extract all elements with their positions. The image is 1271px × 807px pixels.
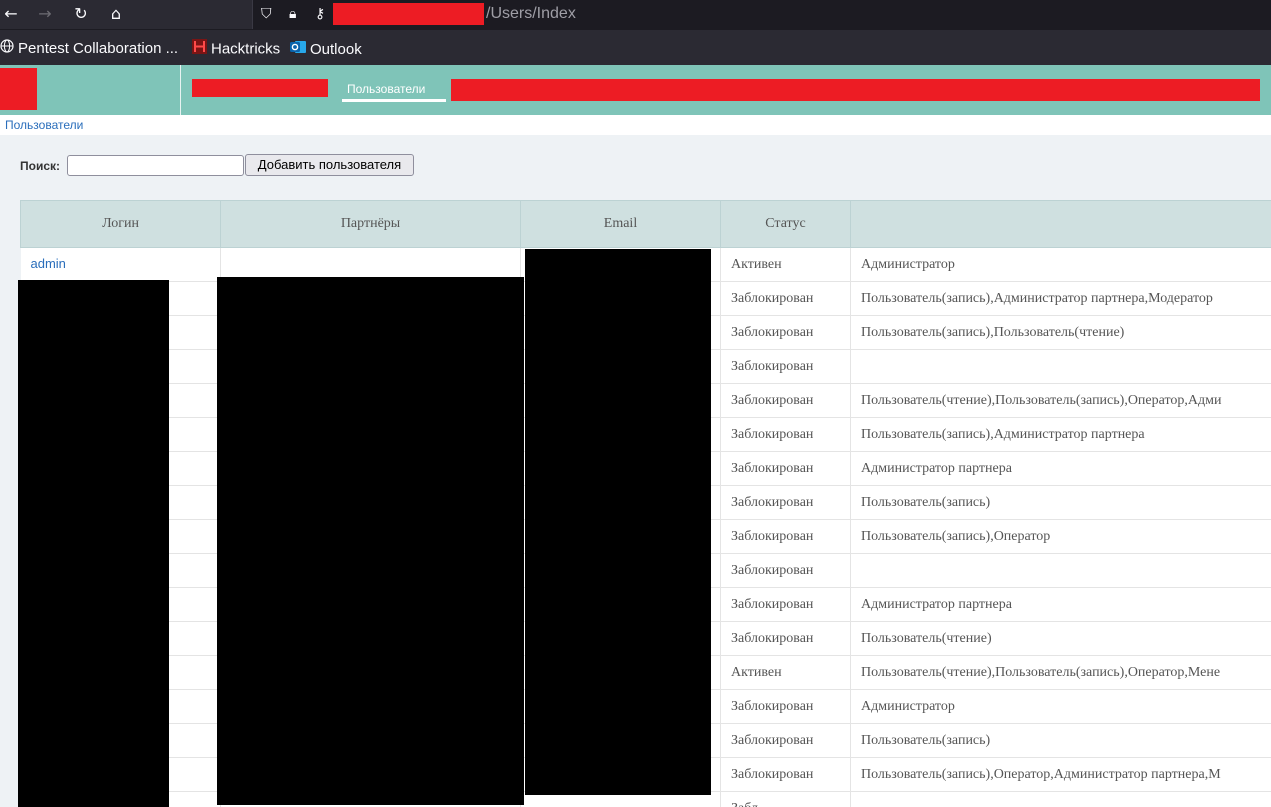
- cell-status: Заблокирован: [720, 757, 851, 792]
- cell-roles: Пользователь(запись),Администратор партн…: [850, 417, 1271, 452]
- url-host-redacted: [333, 3, 484, 25]
- key-icon[interactable]: ⚷: [315, 4, 325, 24]
- login-column-redacted: [18, 280, 169, 807]
- site-header: Пользователи: [0, 65, 1271, 115]
- email-column-redacted: [525, 249, 711, 795]
- column-header-status[interactable]: Статус: [720, 200, 851, 248]
- cell-roles: Пользователь(запись): [850, 485, 1271, 520]
- table-header-row: Логин Партнёры Email Статус: [20, 200, 1271, 248]
- user-login-link[interactable]: admin: [31, 256, 66, 271]
- cell-status: Заблокирован: [720, 281, 851, 316]
- cell-roles: Администратор: [850, 689, 1271, 724]
- cell-roles: Пользователь(запись),Администратор партн…: [850, 281, 1271, 316]
- cell-status: Забл: [720, 791, 851, 807]
- bookmark-label: Pentest Collaboration ...: [18, 40, 179, 57]
- cell-status: Активен: [720, 247, 851, 282]
- cell-status: Заблокирован: [720, 451, 851, 486]
- bookmark-outlook[interactable]: Outlook: [290, 39, 362, 59]
- bookmark-pentest[interactable]: Pentest Collaboration ...: [0, 39, 178, 59]
- logo-redacted: [0, 68, 37, 110]
- shield-icon[interactable]: ⛉: [261, 4, 272, 24]
- column-header-roles: [850, 200, 1271, 248]
- cell-roles: Пользователь(запись),Пользователь(чтение…: [850, 315, 1271, 350]
- hacktricks-icon: [192, 39, 207, 60]
- bookmarks-bar: Pentest Collaboration ... Hacktricks Out…: [0, 29, 1271, 65]
- bookmark-label: Outlook: [310, 40, 362, 58]
- nav-items-redacted: [451, 79, 1260, 101]
- cell-login: admin: [20, 247, 221, 282]
- cell-status: Заблокирован: [720, 485, 851, 520]
- cell-status: Заблокирован: [720, 383, 851, 418]
- column-header-login[interactable]: Логин: [20, 200, 221, 248]
- browser-toolbar: ← → ↻ ⌂ ⛉ 🔒︎ ⚷ /Users/Index: [0, 0, 1271, 29]
- nav-item-redacted: [192, 79, 328, 97]
- column-header-partners[interactable]: Партнёры: [220, 200, 521, 248]
- search-input[interactable]: [67, 155, 244, 176]
- cell-status: Заблокирован: [720, 723, 851, 758]
- add-user-button[interactable]: Добавить пользователя: [245, 154, 414, 176]
- cell-status: Заблокирован: [720, 519, 851, 554]
- partners-column-redacted: [217, 277, 524, 805]
- breadcrumb[interactable]: Пользователи: [5, 117, 83, 133]
- cell-roles: Пользователь(чтение): [850, 621, 1271, 656]
- cell-roles: [850, 553, 1271, 588]
- search-label: Поиск:: [20, 159, 61, 173]
- url-path: /Users/Index: [486, 5, 576, 22]
- cell-status: Активен: [720, 655, 851, 690]
- back-icon[interactable]: ←: [0, 3, 22, 25]
- cell-status: Заблокирован: [720, 621, 851, 656]
- bookmark-hacktricks[interactable]: Hacktricks: [192, 39, 280, 59]
- bookmark-label: Hacktricks: [211, 40, 281, 58]
- globe-icon: [0, 39, 14, 59]
- cell-status: Заблокирован: [720, 315, 851, 350]
- cell-roles: Пользователь(запись),Оператор,Администра…: [850, 757, 1271, 792]
- cell-roles: Пользователь(запись): [850, 723, 1271, 758]
- outlook-icon: [290, 39, 306, 61]
- header-divider: [180, 65, 181, 115]
- cell-roles: [850, 349, 1271, 384]
- home-icon[interactable]: ⌂: [105, 3, 127, 25]
- cell-status: Заблокирован: [720, 349, 851, 384]
- column-header-email[interactable]: Email: [520, 200, 721, 248]
- reload-icon[interactable]: ↻: [70, 3, 92, 25]
- cell-roles: Администратор партнера: [850, 451, 1271, 486]
- cell-roles: Пользователь(запись),Оператор: [850, 519, 1271, 554]
- tab-users[interactable]: Пользователи: [342, 80, 446, 102]
- cell-status: Заблокирован: [720, 587, 851, 622]
- cell-status: Заблокирован: [720, 689, 851, 724]
- forward-icon[interactable]: →: [34, 3, 56, 25]
- cell-roles: Пользователь(чтение),Пользователь(запись…: [850, 383, 1271, 418]
- cell-roles: Администратор партнера: [850, 587, 1271, 622]
- cell-roles: [850, 791, 1271, 807]
- cell-roles: Пользователь(чтение),Пользователь(запись…: [850, 655, 1271, 690]
- cell-roles: Администратор: [850, 247, 1271, 282]
- lock-icon[interactable]: 🔒︎: [289, 4, 296, 24]
- cell-status: Заблокирован: [720, 553, 851, 588]
- cell-status: Заблокирован: [720, 417, 851, 452]
